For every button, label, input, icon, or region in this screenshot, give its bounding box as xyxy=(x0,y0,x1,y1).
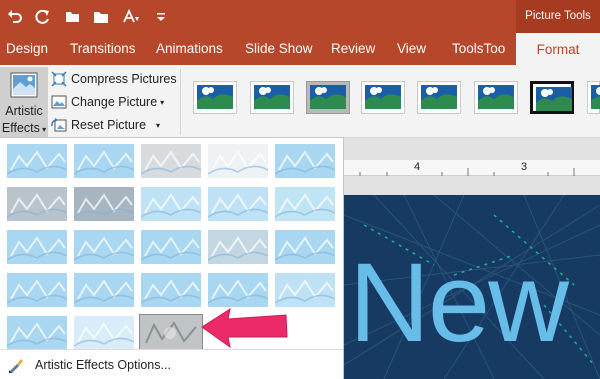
artistic-effect-option[interactable] xyxy=(207,187,269,221)
undo-icon[interactable] xyxy=(4,6,26,28)
artistic-effects-button[interactable]: Artistic Effects ▾ xyxy=(0,67,48,139)
tab-animations[interactable]: Animations xyxy=(156,33,223,65)
picture-style-thumb[interactable] xyxy=(474,81,518,114)
chevron-down-icon: ▾ xyxy=(156,120,161,130)
picture-style-thumb[interactable] xyxy=(193,81,237,114)
open-icon[interactable] xyxy=(62,6,84,28)
paintbrush-icon xyxy=(9,359,23,373)
tab-format[interactable]: Format xyxy=(516,33,600,65)
artistic-effect-option[interactable] xyxy=(274,230,336,264)
artistic-effect-option[interactable] xyxy=(207,273,269,307)
tab-slide-show[interactable]: Slide Show xyxy=(245,33,313,65)
artistic-effects-label-line2: Effects ▾ xyxy=(1,121,47,135)
change-picture-label: Change Picture xyxy=(71,95,158,109)
folder-icon[interactable] xyxy=(90,6,112,28)
artistic-effects-options-item[interactable]: Artistic Effects Options... xyxy=(0,349,343,379)
artistic-effect-option[interactable] xyxy=(6,273,68,307)
artistic-effect-option[interactable] xyxy=(73,273,135,307)
compress-icon xyxy=(50,71,68,87)
picture-style-thumb[interactable] xyxy=(361,81,405,114)
picture-style-thumb[interactable] xyxy=(587,81,600,114)
ribbon-divider xyxy=(180,69,181,135)
artistic-effect-option[interactable] xyxy=(73,187,135,221)
compress-pictures-button[interactable]: Compress Pictures xyxy=(50,69,177,89)
tab-review[interactable]: Review xyxy=(331,33,375,65)
artistic-effect-option[interactable] xyxy=(207,144,269,178)
artistic-effect-option[interactable] xyxy=(6,187,68,221)
reset-picture-icon xyxy=(50,117,68,133)
slide-canvas[interactable]: New xyxy=(344,195,600,379)
chevron-down-icon: ▾ xyxy=(160,97,165,107)
artistic-effect-option[interactable] xyxy=(140,273,202,307)
artistic-effect-option[interactable] xyxy=(6,230,68,264)
font-size-icon[interactable] xyxy=(120,6,142,28)
artistic-effect-option[interactable] xyxy=(139,314,203,352)
artistic-effect-option[interactable] xyxy=(274,144,336,178)
reset-picture-label: Reset Picture xyxy=(71,118,147,132)
pointer-arrow-icon xyxy=(201,307,288,349)
artistic-effect-option[interactable] xyxy=(73,230,135,264)
artistic-effects-icon xyxy=(10,72,38,98)
artistic-effect-option[interactable] xyxy=(73,316,135,350)
artistic-effect-option[interactable] xyxy=(274,273,336,307)
artistic-effect-option[interactable] xyxy=(140,187,202,221)
artistic-effects-options-label: Artistic Effects Options... xyxy=(35,358,171,372)
slide-title-text: New xyxy=(349,240,569,365)
ruler-ticks xyxy=(359,168,575,176)
picture-style-thumb[interactable] xyxy=(530,81,574,114)
ribbon-tab-bar: Design Transitions Animations Slide Show… xyxy=(0,33,600,65)
artistic-effect-option[interactable] xyxy=(6,144,68,178)
tab-transitions[interactable]: Transitions xyxy=(70,33,136,65)
compress-pictures-label: Compress Pictures xyxy=(71,72,177,86)
reset-picture-button[interactable]: Reset Picture ▾ xyxy=(50,115,160,135)
artistic-effect-option[interactable] xyxy=(140,230,202,264)
artistic-effect-option[interactable] xyxy=(140,144,202,178)
picture-style-thumb[interactable] xyxy=(417,81,461,114)
tab-view[interactable]: View xyxy=(397,33,426,65)
customize-icon[interactable] xyxy=(150,6,172,28)
artistic-effects-label-line1: Artistic xyxy=(5,104,43,118)
tab-toolstoo[interactable]: ToolsToo xyxy=(452,33,505,65)
artistic-effect-option[interactable] xyxy=(73,144,135,178)
picture-style-thumb[interactable] xyxy=(306,81,350,114)
artistic-effect-option[interactable] xyxy=(274,187,336,221)
change-picture-icon xyxy=(50,94,68,110)
picture-style-thumb[interactable] xyxy=(250,81,294,114)
title-bar: Picture Tools xyxy=(0,0,600,33)
artistic-effect-option[interactable] xyxy=(207,230,269,264)
redo-icon[interactable] xyxy=(32,6,54,28)
artistic-effect-option[interactable] xyxy=(6,316,68,350)
picture-tools-label: Picture Tools xyxy=(516,0,600,33)
tab-design[interactable]: Design xyxy=(6,33,48,65)
change-picture-button[interactable]: Change Picture ▾ xyxy=(50,92,164,112)
artistic-effects-menu: Artistic Effects Options... xyxy=(0,137,344,379)
horizontal-ruler: 4 3 xyxy=(344,160,600,176)
